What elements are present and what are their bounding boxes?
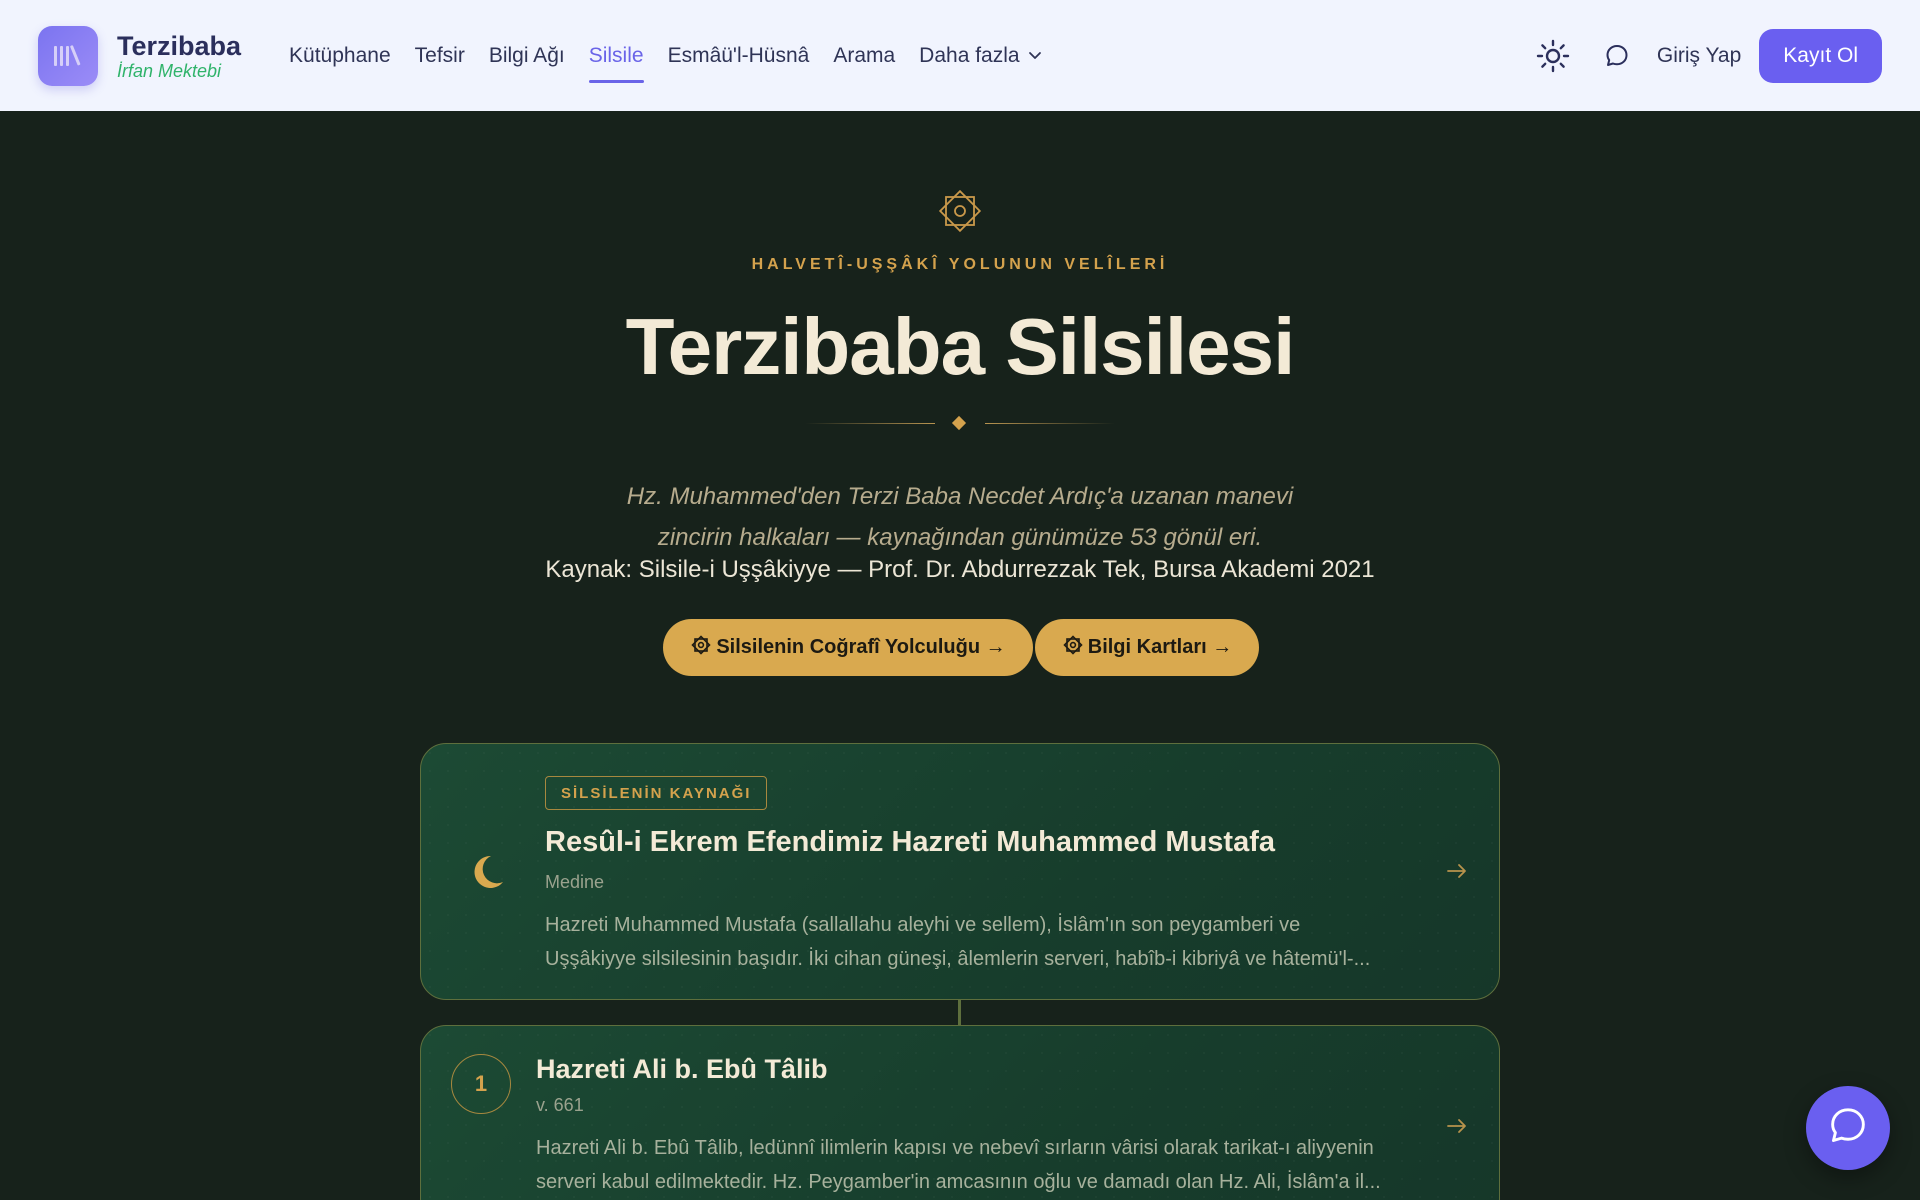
compass-icon [1062, 634, 1084, 662]
login-link[interactable]: Giriş Yap [1657, 44, 1741, 68]
hero-lead-line-2: zincirin halkaları — kaynağından günümüz… [657, 524, 1263, 551]
nav-item-esmaul-husna[interactable]: Esmâü'l-Hüsnâ [668, 0, 810, 111]
chain-connector [958, 1000, 961, 1025]
star-ornament-icon [935, 186, 985, 241]
source-badge: SİLSİLENİN KAYNAĞI [545, 776, 768, 810]
card-meta: Medine [545, 872, 605, 892]
signup-button[interactable]: Kayıt Ol [1759, 28, 1882, 83]
arrow-right-icon[interactable] [1445, 1114, 1469, 1143]
nav-item-arama[interactable]: Arama [833, 0, 895, 111]
sun-icon[interactable] [1533, 36, 1573, 76]
arrow-right-icon[interactable] [1445, 859, 1469, 888]
info-cards-label: Bilgi Kartları → [1087, 636, 1233, 658]
card-title: Resûl-i Ekrem Efendimiz Hazreti Muhammed… [545, 826, 1275, 858]
ornamental-divider [805, 415, 1115, 431]
hero-lead-line-1: Hz. Muhammed'den Terzi Baba Necdet Ardıç… [626, 483, 1294, 510]
silsile-card-source[interactable]: SİLSİLENİN KAYNAĞI Resûl-i Ekrem Efendim… [420, 743, 1500, 1000]
main-nav: Kütüphane Tefsir Bilgi Ağı Silsile Esmâü… [289, 0, 1066, 111]
brand-subtitle: İrfan Mektebi [117, 60, 222, 81]
card-title: Hazreti Ali b. Ebû Tâlib [536, 1054, 828, 1084]
compass-icon [690, 634, 712, 662]
info-cards-button[interactable]: Bilgi Kartları → [1035, 619, 1259, 676]
top-header: Terzibaba İrfan Mektebi Kütüphane Tefsir… [0, 0, 1920, 111]
hero-overline: HALVETÎ-UŞŞÂKÎ YOLUNUN VELÎLERİ [751, 256, 1169, 273]
hero-source: Kaynak: Silsile-i Uşşâkiyye — Prof. Dr. … [545, 556, 1375, 583]
chevron-down-icon [1028, 44, 1042, 68]
nav-more-dropdown[interactable]: Daha fazla [919, 0, 1041, 111]
brand-title: Terzibaba [117, 30, 242, 61]
card-description: Hazreti Muhammed Mustafa (sallallahu ale… [545, 914, 1371, 970]
silsile-card-1[interactable]: 1 Hazreti Ali b. Ebû Tâlib v. 661 Hazret… [420, 1025, 1500, 1200]
brand[interactable]: Terzibaba İrfan Mektebi [117, 31, 241, 81]
card-description: Hazreti Ali b. Ebû Tâlib, ledünnî ilimle… [536, 1137, 1381, 1193]
card-number: 1 [451, 1054, 511, 1114]
chat-bubble-icon [1827, 1105, 1869, 1152]
header-actions: Giriş Yap Kayıt Ol [1533, 28, 1882, 83]
card-meta: v. 661 [536, 1095, 584, 1115]
geographic-journey-label: Silsilenin Coğrafî Yolculuğu → [716, 636, 1006, 658]
nav-item-silsile[interactable]: Silsile [588, 0, 644, 111]
nav-item-tefsir[interactable]: Tefsir [415, 0, 465, 111]
geographic-journey-button[interactable]: Silsilenin Coğrafî Yolculuğu → [663, 619, 1033, 676]
hero-lead: Hz. Muhammed'den Terzi Baba Necdet Ardıç… [0, 476, 1920, 558]
nav-item-bilgi-agi[interactable]: Bilgi Ağı [489, 0, 565, 111]
logo-icon[interactable] [38, 25, 98, 86]
crescent-moon-icon [467, 852, 507, 897]
chat-bubble-icon[interactable] [1597, 36, 1637, 76]
chat-fab-button[interactable] [1806, 1086, 1890, 1170]
hero-cta-row: Silsilenin Coğrafî Yolculuğu → Bilgi Kar… [663, 619, 1259, 676]
nav-more-label: Daha fazla [919, 43, 1020, 67]
page-title: Terzibaba Silsilesi [625, 302, 1296, 391]
nav-item-kutuphane[interactable]: Kütüphane [289, 0, 391, 111]
